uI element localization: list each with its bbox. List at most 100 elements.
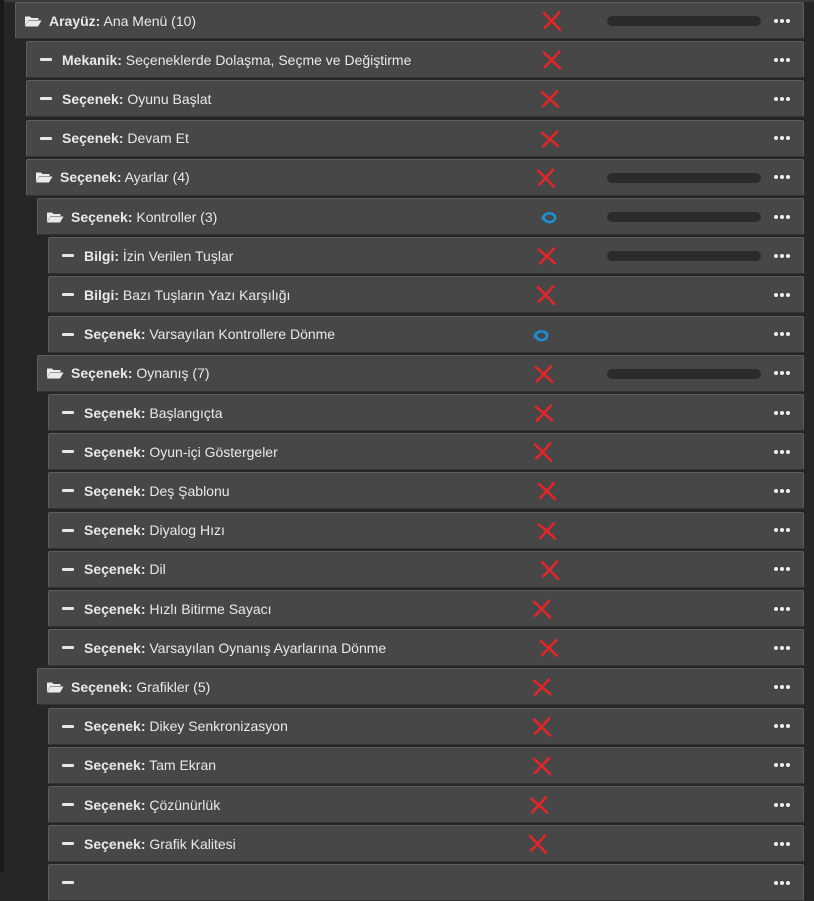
dash-icon[interactable] — [59, 724, 77, 728]
tree-row[interactable]: Seçenek: Oyunu Başlat — [26, 80, 804, 118]
more-options-icon[interactable] — [774, 317, 790, 352]
tree-row[interactable]: Seçenek: Dil — [48, 550, 804, 588]
more-options-icon[interactable] — [774, 552, 790, 587]
red-cross-mark — [532, 401, 556, 425]
more-options-icon[interactable] — [774, 121, 790, 156]
dot — [774, 371, 778, 376]
dot — [774, 606, 778, 611]
folder-row[interactable]: Seçenek: Ayarlar (4) — [26, 158, 804, 196]
dash-icon[interactable] — [59, 332, 77, 336]
tree-row[interactable]: Seçenek: Başlangıçta — [48, 394, 804, 431]
tree-row[interactable]: Seçenek: Diyalog Hızı — [48, 511, 804, 549]
dot — [786, 684, 790, 689]
row-type-label: Seçenek: — [84, 482, 146, 499]
dash-icon[interactable] — [59, 842, 77, 846]
dash-icon[interactable] — [59, 763, 77, 767]
dot — [786, 57, 790, 62]
dot — [780, 136, 784, 141]
dash-icon[interactable] — [59, 254, 77, 258]
tree-row[interactable]: Seçenek: Tam Ekran — [48, 746, 804, 784]
more-options-icon[interactable] — [774, 591, 790, 626]
dot — [774, 18, 778, 23]
blue-circle-mark — [537, 205, 561, 229]
dash-icon[interactable] — [59, 803, 77, 806]
more-options-icon[interactable] — [774, 160, 790, 195]
row-type-label: Seçenek: — [84, 600, 146, 617]
more-options-icon[interactable] — [774, 277, 790, 312]
dash-icon[interactable] — [59, 450, 77, 454]
tree-row[interactable]: Seçenek: Dikey Senkronizasyon — [48, 707, 804, 745]
tree-row[interactable]: Seçenek: Çözünürlük — [48, 786, 804, 823]
more-options-icon[interactable] — [774, 513, 790, 548]
row-type-label: Seçenek: — [71, 365, 133, 382]
dot — [780, 410, 784, 415]
more-options-icon[interactable] — [774, 748, 790, 783]
more-options-icon[interactable] — [774, 3, 790, 38]
tree-row[interactable]: Mekanik: Seçeneklerde Dolaşma, Seçme ve … — [26, 41, 804, 79]
dot — [774, 684, 778, 689]
folder-open-icon[interactable] — [46, 680, 64, 694]
more-options-icon[interactable] — [774, 787, 790, 822]
more-options-icon[interactable] — [774, 669, 790, 704]
row-label: Seçenek: Oyun-içi Göstergeler — [84, 444, 278, 460]
tree-row[interactable]: Seçenek: Hızlı Bitirme Sayacı — [48, 590, 804, 627]
dot — [780, 528, 784, 533]
dash-icon[interactable] — [37, 136, 55, 140]
dash-icon[interactable] — [59, 411, 77, 414]
dot — [786, 332, 790, 337]
progress-bar — [607, 172, 761, 183]
red-cross-mark — [537, 636, 561, 660]
dash-icon[interactable] — [59, 567, 77, 571]
folder-open-icon[interactable] — [24, 14, 42, 28]
dash-icon[interactable] — [37, 58, 55, 62]
more-options-icon[interactable] — [774, 709, 790, 744]
tree-row[interactable] — [48, 864, 804, 901]
dot — [780, 57, 784, 62]
tree-row[interactable]: Seçenek: Deş Şablonu — [48, 472, 804, 510]
more-options-icon[interactable] — [774, 238, 790, 273]
row-label: Seçenek: Varsayılan Oynanış Ayarlarına D… — [84, 640, 386, 656]
folder-row[interactable]: Arayüz: Ana Menü (10) — [15, 2, 804, 39]
tree-row[interactable]: Seçenek: Grafik Kalitesi — [48, 825, 804, 863]
more-options-icon[interactable] — [774, 42, 790, 77]
dash-icon[interactable] — [59, 293, 77, 297]
tree-row[interactable]: Bilgi: İzin Verilen Tuşlar — [48, 237, 804, 275]
tree-row[interactable]: Bilgi: Bazı Tuşların Yazı Karşılığı — [48, 276, 804, 314]
folder-open-icon[interactable] — [35, 170, 53, 184]
tree-row[interactable]: Seçenek: Varsayılan Kontrollere Dönme — [48, 315, 804, 353]
folder-row[interactable]: Seçenek: Kontroller (3) — [37, 198, 804, 235]
red-cross-mark — [531, 440, 555, 464]
red-cross-mark — [538, 558, 562, 582]
dot — [786, 96, 790, 101]
more-options-icon[interactable] — [774, 865, 790, 900]
dash-icon[interactable] — [37, 97, 55, 101]
folder-open-icon[interactable] — [46, 366, 64, 380]
tree-row[interactable]: Seçenek: Oyun-içi Göstergeler — [48, 433, 804, 471]
more-options-icon[interactable] — [774, 630, 790, 665]
dash-icon[interactable] — [59, 646, 77, 650]
more-options-icon[interactable] — [774, 199, 790, 234]
red-cross-mark — [535, 479, 559, 503]
row-type-label: Bilgi: — [84, 286, 119, 303]
dash-icon[interactable] — [59, 489, 77, 493]
tree-row[interactable]: Seçenek: Varsayılan Oynanış Ayarlarına D… — [48, 629, 804, 667]
more-options-icon[interactable] — [774, 826, 790, 861]
row-title: Oyunu Başlat — [123, 90, 212, 107]
dash-icon[interactable] — [59, 607, 77, 610]
more-options-icon[interactable] — [774, 473, 790, 508]
more-options-icon[interactable] — [774, 395, 790, 430]
folder-open-icon[interactable] — [46, 210, 64, 224]
row-title: Ayarlar (4) — [121, 169, 190, 186]
dash-icon[interactable] — [59, 881, 77, 885]
more-options-icon[interactable] — [774, 356, 790, 391]
more-options-icon[interactable] — [774, 81, 790, 116]
row-title: Seçeneklerde Dolaşma, Seçme ve Değiştirm… — [121, 51, 412, 68]
folder-row[interactable]: Seçenek: Grafikler (5) — [37, 668, 804, 706]
dash-icon[interactable] — [59, 528, 77, 532]
row-type-label: Seçenek: — [84, 443, 146, 460]
more-options-icon[interactable] — [774, 434, 790, 469]
folder-row[interactable]: Seçenek: Oynanış (7) — [37, 354, 804, 392]
row-title: Diyalog Hızı — [145, 522, 225, 539]
dot — [774, 253, 778, 258]
tree-row[interactable]: Seçenek: Devam Et — [26, 119, 804, 157]
